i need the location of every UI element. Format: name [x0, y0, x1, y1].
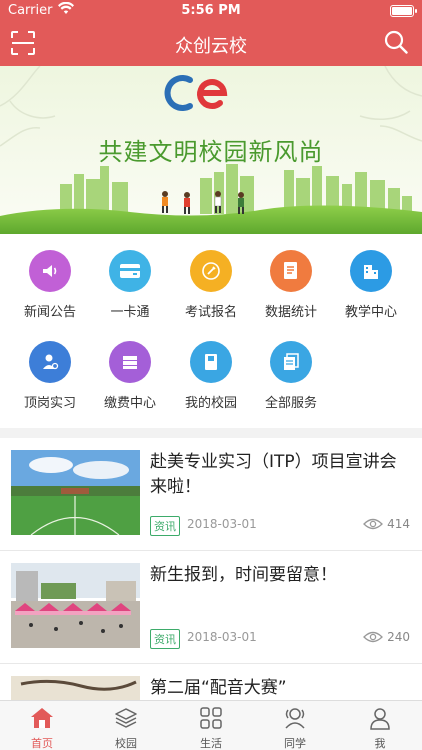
tab-life[interactable]: 生活	[169, 701, 253, 750]
person-icon	[29, 341, 71, 383]
battery-icon	[390, 5, 417, 17]
status-time: 5:56 PM	[181, 3, 241, 18]
banner[interactable]: 共建文明校园新风尚	[0, 66, 422, 234]
files-icon	[270, 341, 312, 383]
grid-label: 全部服务	[264, 396, 317, 411]
speaker-icon	[29, 250, 71, 292]
banner-slogan: 共建文明校园新风尚	[98, 138, 324, 166]
grid-label: 我的校园	[184, 396, 237, 411]
news-image-field	[11, 450, 140, 535]
news-item[interactable]: 赴美专业实习（ITP）项目宣讲会来啦！ 资讯 2018-03-01 414	[0, 438, 422, 551]
layers-icon	[115, 708, 137, 728]
grid-label: 缴费中心	[103, 396, 156, 411]
tab-bar: 首页 校园 生活 同学 我	[0, 700, 422, 750]
news-date: 2018-03-01	[187, 517, 257, 531]
grid-item-news[interactable]: 新闻公告	[10, 234, 90, 320]
page-title: 众创云校	[175, 36, 247, 57]
news-views-count: 414	[387, 517, 410, 531]
search-icon[interactable]	[384, 30, 408, 54]
grid-label: 数据统计	[264, 305, 317, 320]
grid-label: 考试报名	[184, 305, 237, 320]
profile-icon	[370, 708, 390, 730]
news-date: 2018-03-01	[187, 630, 257, 644]
pen-icon	[190, 250, 232, 292]
news-title: 赴美专业实习（ITP）项目宣讲会来啦！	[150, 452, 397, 497]
news-views-count: 240	[387, 630, 410, 644]
book-icon	[190, 341, 232, 383]
tab-label: 首页	[31, 737, 53, 750]
grid-label: 一卡通	[110, 305, 150, 320]
eye-icon	[363, 631, 384, 643]
news-title: 新生报到，时间要留意！	[150, 565, 337, 585]
grid-item-campus[interactable]: 我的校园	[171, 325, 251, 411]
news-title: 第二届“配音大赛”	[150, 678, 287, 698]
news-item[interactable]: 新生报到，时间要留意！ 资讯 2018-03-01 240	[0, 551, 422, 664]
grid-item-exam[interactable]: 考试报名	[171, 234, 251, 320]
news-views: 240	[363, 630, 410, 644]
grid-icon	[200, 707, 222, 729]
tab-home[interactable]: 首页	[0, 701, 84, 750]
function-grid: 新闻公告 一卡通 考试报名 数据统计 教学中心 顶岗实习 缴费中心 我的校园 全…	[0, 234, 422, 428]
news-tag: 资讯	[150, 629, 180, 649]
tab-campus[interactable]: 校园	[84, 701, 168, 750]
eye-icon	[363, 518, 384, 530]
home-icon	[31, 708, 53, 728]
grid-label: 教学中心	[344, 305, 397, 320]
news-item[interactable]: 第二届“配音大赛”	[0, 664, 422, 704]
tab-label: 校园	[115, 737, 137, 750]
tab-label: 同学	[284, 737, 306, 750]
classmates-icon	[285, 708, 305, 729]
news-image-tents	[11, 563, 140, 648]
status-bar: Carrier 5:56 PM	[0, 0, 422, 22]
money-stack-icon	[109, 341, 151, 383]
tab-label: 生活	[200, 737, 222, 750]
nav-bar: 众创云校	[0, 22, 422, 66]
building-icon	[350, 250, 392, 292]
grid-label: 新闻公告	[23, 305, 76, 320]
grid-item-stats[interactable]: 数据统计	[251, 234, 331, 320]
grid-item-all-services[interactable]: 全部服务	[251, 325, 331, 411]
tab-classmates[interactable]: 同学	[253, 701, 337, 750]
grid-item-payment[interactable]: 缴费中心	[90, 325, 170, 411]
document-icon	[270, 250, 312, 292]
grid-item-internship[interactable]: 顶岗实习	[10, 325, 90, 411]
card-icon	[109, 250, 151, 292]
grid-item-teaching[interactable]: 教学中心	[331, 234, 411, 320]
tab-me[interactable]: 我	[338, 701, 422, 750]
tab-label: 我	[374, 737, 386, 750]
news-views: 414	[363, 517, 410, 531]
news-tag: 资讯	[150, 516, 180, 536]
grid-item-card[interactable]: 一卡通	[90, 234, 170, 320]
grid-label: 顶岗实习	[23, 396, 76, 411]
